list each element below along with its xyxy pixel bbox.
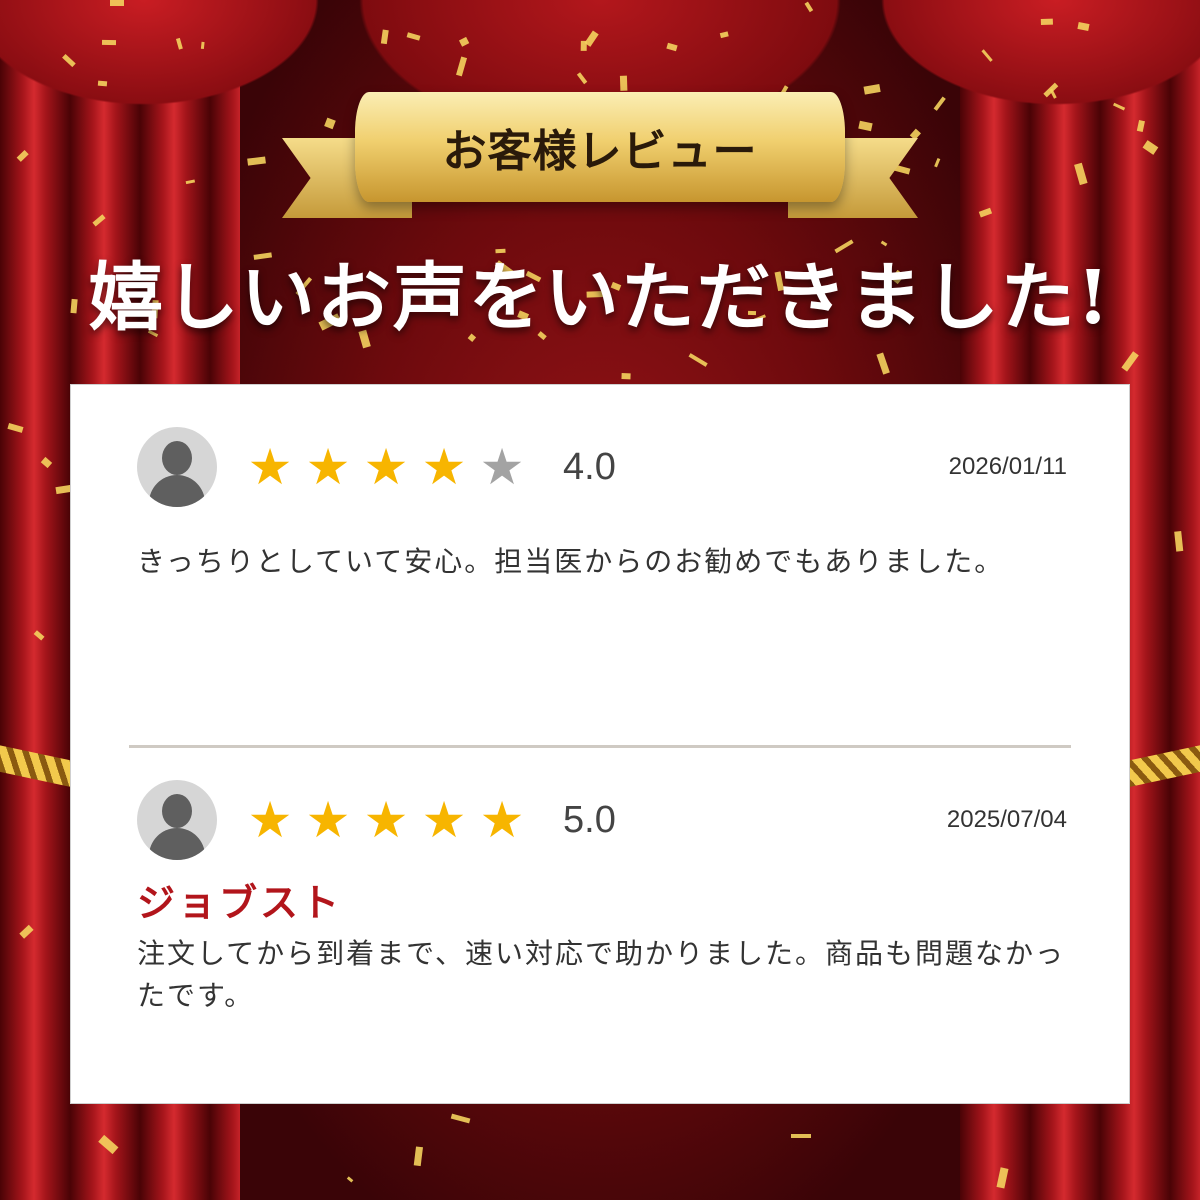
confetti-piece [101, 40, 116, 46]
review-header: ★ ★ ★ ★ ★ 4.0 2026/01/11 [137, 427, 1067, 507]
confetti-piece [621, 372, 631, 380]
rating-value: 4.0 [563, 446, 616, 488]
review-item: ★ ★ ★ ★ ★ 5.0 2025/07/04 ジョブスト 注文してから到着まで、速い… [137, 780, 1067, 1017]
star-rating: ★ ★ ★ ★ ★ [241, 439, 531, 495]
star-empty-icon: ★ [479, 438, 525, 496]
star-filled-icon: ★ [363, 438, 409, 496]
rating-value: 5.0 [563, 799, 616, 841]
star-filled-icon: ★ [421, 791, 467, 849]
star-filled-icon: ★ [247, 438, 293, 496]
star-filled-icon: ★ [247, 791, 293, 849]
page-headline: 嬉しいお声をいただきました! [88, 255, 1112, 341]
confetti-piece [109, 0, 124, 6]
ribbon-banner: お客様レビュー [355, 92, 845, 202]
review-item: ★ ★ ★ ★ ★ 4.0 2026/01/11 きっちりとしていて安心。担当医からのお… [137, 427, 1067, 583]
review-text: 注文してから到着まで、速い対応で助かりました。商品も問題なかったです。 [137, 937, 1066, 1012]
confetti-piece [450, 1113, 471, 1125]
star-filled-icon: ★ [363, 791, 409, 849]
confetti-piece [619, 75, 628, 91]
review-date: 2026/01/11 [948, 453, 1067, 480]
confetti-piece [791, 1133, 812, 1138]
person-avatar-icon [137, 427, 217, 507]
star-rating: ★ ★ ★ ★ ★ [241, 792, 531, 848]
review-divider [129, 745, 1071, 748]
star-filled-icon: ★ [305, 791, 351, 849]
confetti-piece [347, 1176, 354, 1184]
confetti-piece [1077, 21, 1090, 31]
confetti-piece [876, 352, 890, 375]
confetti-piece [97, 80, 107, 86]
reviews-card: ★ ★ ★ ★ ★ 4.0 2026/01/11 きっちりとしていて安心。担当医からのお… [70, 384, 1130, 1104]
person-avatar-icon [137, 780, 217, 860]
reviewer-name: ジョブスト [137, 881, 343, 925]
review-header: ★ ★ ★ ★ ★ 5.0 2025/07/04 [137, 780, 1067, 860]
review-text: きっちりとしていて安心。担当医からのお勧めでもありました。 [137, 545, 1005, 578]
star-filled-icon: ★ [479, 791, 525, 849]
confetti-piece [1041, 18, 1054, 26]
review-date: 2025/07/04 [946, 806, 1067, 833]
confetti-piece [688, 353, 708, 368]
star-filled-icon: ★ [421, 438, 467, 496]
star-filled-icon: ★ [305, 438, 351, 496]
ribbon-title: お客様レビュー [442, 126, 758, 177]
confetti-piece [414, 1146, 424, 1167]
